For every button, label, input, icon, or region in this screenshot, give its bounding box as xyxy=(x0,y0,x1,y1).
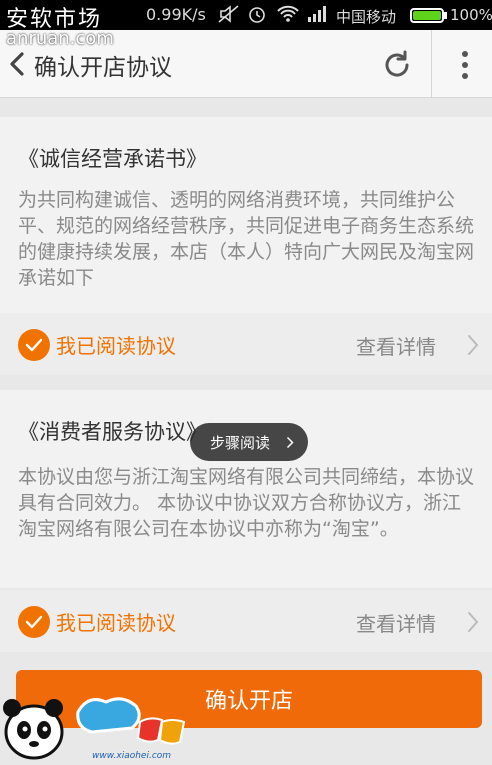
chevron-right-icon xyxy=(468,335,479,355)
agree-label[interactable]: 我已阅读协议 xyxy=(56,330,176,359)
page-title: 确认开店协议 xyxy=(34,55,172,81)
status-bar: 安软市场 0.99K/s 中国移动 100% xyxy=(0,0,492,32)
wifi-icon xyxy=(276,4,300,29)
chevron-right-icon xyxy=(468,612,479,632)
agree-checkbox[interactable] xyxy=(18,329,50,361)
agree-row-consumer-service: 我已阅读协议 查看详情 xyxy=(0,590,492,652)
agreement-card-consumer-service: 《消费者服务协议》 本协议由您与浙江淘宝网络有限公司共同缔结，本协议具有合同效力… xyxy=(0,390,492,588)
agreement-summary: 本协议由您与浙江淘宝网络有限公司共同缔结，本协议具有合同效力。 本协议中协议双方… xyxy=(18,466,475,540)
more-vertical-icon xyxy=(462,51,468,79)
check-icon xyxy=(25,615,43,629)
view-details-link[interactable]: 查看详情 xyxy=(356,608,436,637)
chevron-left-icon xyxy=(10,52,24,76)
agreement-summary: 为共同构建诚信、透明的网络消费环境，共同维护公平、规范的网络经营秩序，共同促进电… xyxy=(18,189,475,289)
agreement-card-integrity: 《诚信经营承诺书》 为共同构建诚信、透明的网络消费环境，共同维护公平、规范的网络… xyxy=(0,117,492,313)
panda-mascot-icon: www.xiaohei.com xyxy=(3,697,186,761)
battery-percent: 100% xyxy=(450,6,492,24)
agreement-title: 《诚信经营承诺书》 xyxy=(18,147,207,171)
step-reading-toast[interactable]: 步骤阅读 xyxy=(190,423,308,461)
agree-checkbox[interactable] xyxy=(18,606,50,638)
battery-tip xyxy=(444,12,447,19)
back-button[interactable] xyxy=(4,46,34,82)
agreement-title: 《消费者服务协议》 xyxy=(18,420,207,444)
view-details-link[interactable]: 查看详情 xyxy=(356,331,436,360)
alarm-icon xyxy=(246,4,268,29)
check-icon xyxy=(25,338,43,352)
battery-icon xyxy=(410,8,444,23)
watermark-logo: www.xiaohei.com xyxy=(0,688,200,765)
refresh-button[interactable] xyxy=(380,48,414,82)
chevron-right-icon xyxy=(286,436,294,449)
more-options-button[interactable] xyxy=(452,48,478,82)
signal-icon xyxy=(306,4,330,29)
toast-label: 步骤阅读 xyxy=(210,434,271,452)
watermark-url: anruan.com xyxy=(6,28,114,49)
battery-level xyxy=(413,11,441,20)
refresh-icon xyxy=(385,50,409,77)
agree-label[interactable]: 我已阅读协议 xyxy=(56,607,176,636)
mute-icon xyxy=(218,4,240,29)
carrier-name: 中国移动 xyxy=(336,8,397,26)
network-speed: 0.99K/s xyxy=(146,5,206,24)
agree-row-integrity: 我已阅读协议 查看详情 xyxy=(0,313,492,375)
svg-text:www.xiaohei.com: www.xiaohei.com xyxy=(92,751,171,761)
header-divider xyxy=(431,30,432,98)
